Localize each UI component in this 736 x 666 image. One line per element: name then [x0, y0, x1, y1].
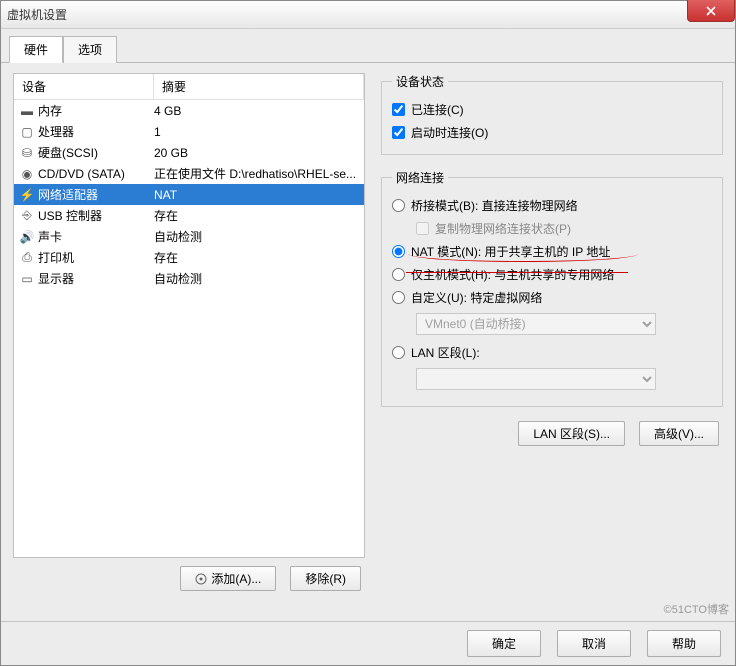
column-device[interactable]: 设备: [14, 74, 154, 99]
hostonly-row[interactable]: 仅主机模式(H): 与主机共享的专用网络: [392, 263, 712, 286]
list-header: 设备 摘要: [14, 74, 364, 100]
device-name: 声卡: [36, 228, 154, 245]
help-button[interactable]: 帮助: [647, 630, 721, 657]
hostonly-label: 仅主机模式(H): 与主机共享的专用网络: [411, 266, 614, 283]
right-panel: 设备状态 已连接(C) 启动时连接(O) 网络连接 桥接模式(B): 直接连接物…: [381, 73, 723, 591]
bridged-radio[interactable]: [392, 199, 405, 212]
device-summary: 存在: [154, 207, 360, 224]
device-row[interactable]: ◉CD/DVD (SATA)正在使用文件 D:\redhatiso\RHEL-s…: [14, 163, 364, 184]
custom-radio[interactable]: [392, 291, 405, 304]
device-name: CD/DVD (SATA): [36, 167, 154, 181]
vmnet-select-row: VMnet0 (自动桥接): [416, 313, 656, 335]
device-name: 打印机: [36, 249, 154, 266]
net-icon: ⚡: [18, 188, 36, 202]
memory-icon: ▬: [18, 104, 36, 118]
device-list: 设备 摘要 ▬内存4 GB▢处理器1⛁硬盘(SCSI)20 GB◉CD/DVD …: [13, 73, 365, 558]
device-name: 内存: [36, 102, 154, 119]
bridged-label: 桥接模式(B): 直接连接物理网络: [411, 197, 578, 214]
right-button-row: LAN 区段(S)... 高级(V)...: [381, 421, 723, 446]
column-summary[interactable]: 摘要: [154, 74, 364, 99]
cancel-button[interactable]: 取消: [557, 630, 631, 657]
connect-start-label: 启动时连接(O): [411, 124, 488, 141]
remove-button[interactable]: 移除(R): [290, 566, 361, 591]
lan-row[interactable]: LAN 区段(L):: [392, 341, 712, 364]
tab-hardware[interactable]: 硬件: [9, 36, 63, 63]
device-summary: 自动检测: [154, 270, 360, 287]
tab-bar: 硬件 选项: [1, 29, 735, 63]
device-status-legend: 设备状态: [392, 73, 448, 90]
replicate-checkbox: [416, 222, 429, 235]
vmnet-select: VMnet0 (自动桥接): [416, 313, 656, 335]
usb-icon: ⎆: [18, 208, 36, 223]
annotation-strike: [406, 272, 628, 273]
watermark: ©51CTO博客: [664, 601, 729, 617]
device-row[interactable]: ⎙打印机存在: [14, 247, 364, 268]
replicate-row: 复制物理网络连接状态(P): [416, 217, 712, 240]
nat-radio[interactable]: [392, 245, 405, 258]
window-title: 虚拟机设置: [7, 6, 67, 23]
sound-icon: 🔊: [18, 230, 36, 244]
lan-segments-button[interactable]: LAN 区段(S)...: [518, 421, 625, 446]
device-summary: 4 GB: [154, 104, 360, 118]
device-row[interactable]: ▢处理器1: [14, 121, 364, 142]
left-panel: 设备 摘要 ▬内存4 GB▢处理器1⛁硬盘(SCSI)20 GB◉CD/DVD …: [13, 73, 365, 591]
device-row[interactable]: ⚡网络适配器NAT: [14, 184, 364, 205]
lan-label: LAN 区段(L):: [411, 344, 480, 361]
bottom-bar: 确定 取消 帮助: [1, 621, 735, 665]
hostonly-radio[interactable]: [392, 268, 405, 281]
device-row[interactable]: ⛁硬盘(SCSI)20 GB: [14, 142, 364, 163]
device-summary: 自动检测: [154, 228, 360, 245]
custom-row[interactable]: 自定义(U): 特定虚拟网络: [392, 286, 712, 309]
device-name: 显示器: [36, 270, 154, 287]
add-button-label: 添加(A)...: [211, 570, 261, 587]
device-row[interactable]: ⎆USB 控制器存在: [14, 205, 364, 226]
device-summary: 存在: [154, 249, 360, 266]
device-row[interactable]: ▬内存4 GB: [14, 100, 364, 121]
display-icon: ▭: [18, 272, 36, 286]
settings-window: 虚拟机设置 硬件 选项 设备 摘要 ▬内存4 GB▢处理器1⛁硬盘(SCSI)2…: [0, 0, 736, 666]
advanced-button[interactable]: 高级(V)...: [639, 421, 719, 446]
connected-checkbox[interactable]: [392, 103, 405, 116]
device-name: USB 控制器: [36, 207, 154, 224]
close-icon: [706, 6, 716, 16]
device-row[interactable]: 🔊声卡自动检测: [14, 226, 364, 247]
lan-radio[interactable]: [392, 346, 405, 359]
left-button-row: 添加(A)... 移除(R): [13, 558, 365, 591]
device-summary: 20 GB: [154, 146, 360, 160]
lan-select: [416, 368, 656, 390]
gear-icon: [195, 573, 207, 585]
connected-row[interactable]: 已连接(C): [392, 98, 712, 121]
network-connection-group: 网络连接 桥接模式(B): 直接连接物理网络 复制物理网络连接状态(P) NAT…: [381, 169, 723, 407]
device-summary: 1: [154, 125, 360, 139]
close-button[interactable]: [687, 0, 735, 22]
connected-label: 已连接(C): [411, 101, 464, 118]
nat-row[interactable]: NAT 模式(N): 用于共享主机的 IP 地址: [392, 240, 712, 263]
lan-select-row: [416, 368, 656, 390]
device-summary: 正在使用文件 D:\redhatiso\RHEL-se...: [154, 165, 360, 182]
network-legend: 网络连接: [392, 169, 448, 186]
titlebar: 虚拟机设置: [1, 1, 735, 29]
replicate-label: 复制物理网络连接状态(P): [435, 220, 571, 237]
cd-icon: ◉: [18, 167, 36, 181]
device-name: 网络适配器: [36, 186, 154, 203]
printer-icon: ⎙: [18, 250, 36, 265]
custom-label: 自定义(U): 特定虚拟网络: [411, 289, 542, 306]
device-name: 硬盘(SCSI): [36, 144, 154, 161]
device-status-group: 设备状态 已连接(C) 启动时连接(O): [381, 73, 723, 155]
add-button[interactable]: 添加(A)...: [180, 566, 276, 591]
device-row[interactable]: ▭显示器自动检测: [14, 268, 364, 289]
device-summary: NAT: [154, 188, 360, 202]
disk-icon: ⛁: [18, 146, 36, 160]
content-area: 设备 摘要 ▬内存4 GB▢处理器1⛁硬盘(SCSI)20 GB◉CD/DVD …: [1, 63, 735, 601]
annotation-underline: [408, 254, 638, 262]
tab-options[interactable]: 选项: [63, 36, 117, 63]
connect-start-checkbox[interactable]: [392, 126, 405, 139]
connect-start-row[interactable]: 启动时连接(O): [392, 121, 712, 144]
cpu-icon: ▢: [18, 125, 36, 139]
ok-button[interactable]: 确定: [467, 630, 541, 657]
device-name: 处理器: [36, 123, 154, 140]
bridged-row[interactable]: 桥接模式(B): 直接连接物理网络: [392, 194, 712, 217]
